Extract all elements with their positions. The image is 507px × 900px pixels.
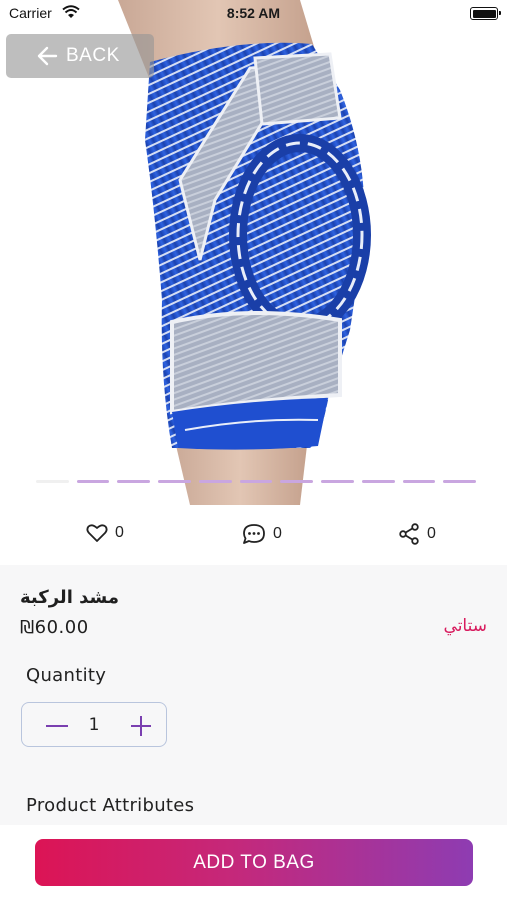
footer-bar: ADD TO BAG — [0, 825, 507, 900]
pager-dot[interactable] — [76, 480, 110, 483]
battery-icon — [470, 7, 501, 20]
status-time: 8:52 AM — [226, 5, 281, 21]
comment-icon — [243, 524, 265, 544]
pager-dot[interactable] — [443, 480, 477, 483]
pager-dot[interactable] — [321, 480, 354, 483]
pager-dot[interactable] — [280, 480, 314, 483]
likes-count: 0 — [115, 524, 124, 541]
pager-dot[interactable] — [158, 480, 191, 483]
add-to-bag-label: ADD TO BAG — [193, 851, 315, 873]
product-details: مشد الركبة ₪60.00 ستاتي Quantity 1 Produ… — [0, 565, 507, 825]
back-button-label: BACK — [66, 45, 120, 66]
quantity-stepper: 1 — [21, 702, 167, 747]
pager-dot[interactable] — [36, 480, 69, 483]
product-name: مشد الركبة — [20, 587, 119, 608]
pager-dot[interactable] — [402, 480, 436, 483]
product-price: ₪60.00 — [20, 617, 89, 638]
heart-icon — [86, 524, 108, 542]
share-button[interactable]: 0 — [398, 523, 436, 545]
image-pager[interactable] — [36, 480, 477, 484]
quantity-increment-button[interactable] — [116, 703, 166, 748]
pager-dot[interactable] — [239, 480, 273, 483]
pager-dot[interactable] — [361, 480, 395, 483]
seller-link[interactable]: ستاتي — [444, 616, 487, 636]
shares-count: 0 — [427, 525, 436, 542]
quantity-label: Quantity — [26, 665, 107, 686]
arrow-left-icon — [37, 46, 58, 66]
back-button[interactable]: BACK — [6, 34, 154, 78]
comments-count: 0 — [273, 525, 282, 542]
pager-dot[interactable] — [198, 480, 232, 483]
share-icon — [399, 523, 419, 545]
pager-dot[interactable] — [117, 480, 151, 483]
status-bar: Carrier 8:52 AM — [0, 0, 507, 28]
product-attributes-heading: Product Attributes — [26, 795, 195, 816]
social-actions-bar: 0 0 0 — [0, 505, 507, 565]
plus-icon — [131, 715, 151, 736]
add-to-bag-button[interactable]: ADD TO BAG — [35, 839, 473, 886]
comment-button[interactable]: 0 — [242, 523, 282, 545]
like-button[interactable]: 0 — [86, 523, 124, 543]
